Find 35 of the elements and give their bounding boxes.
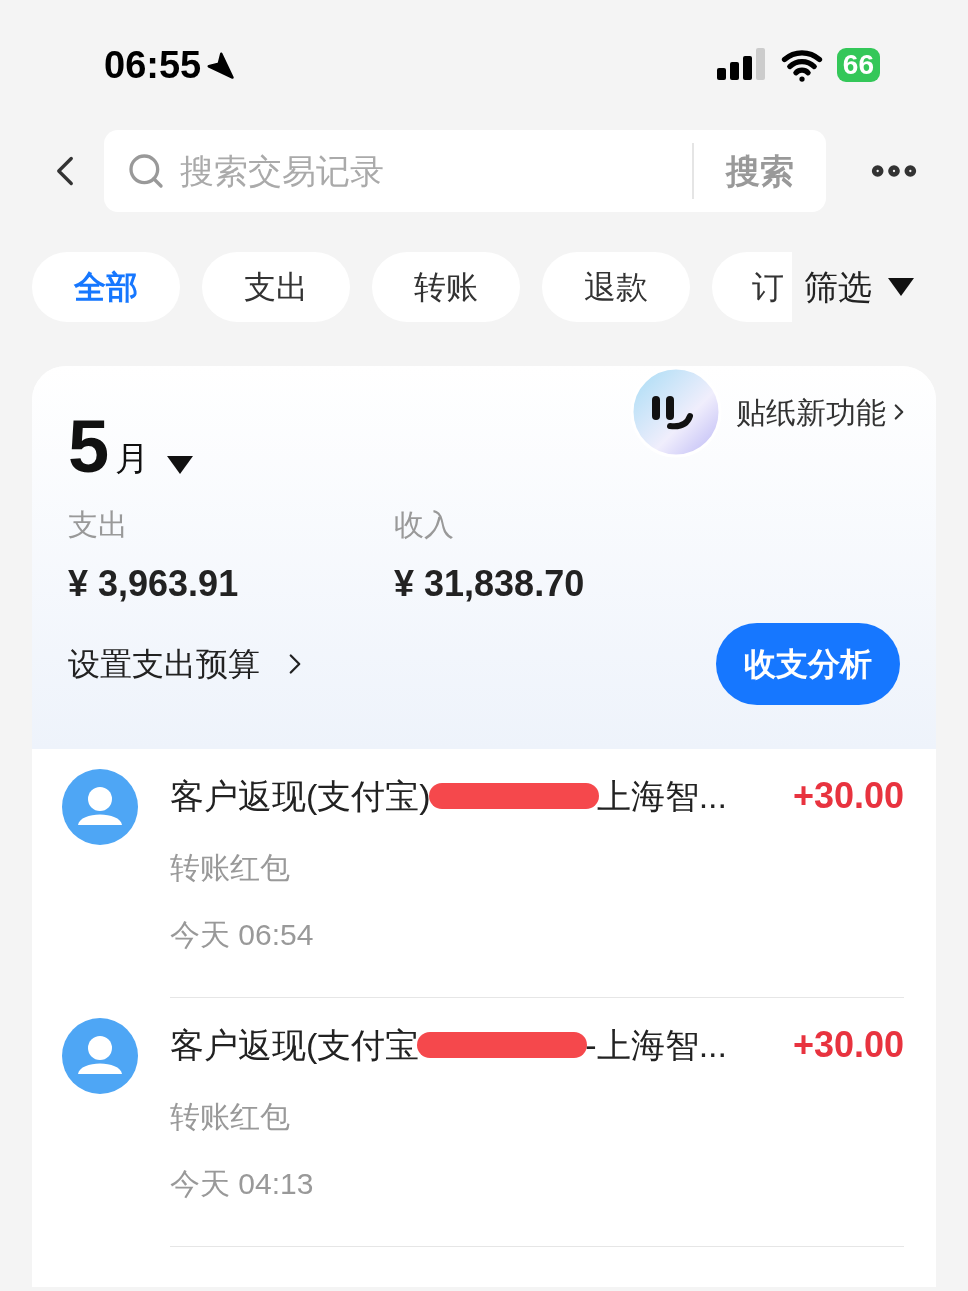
expense-amount: ¥ 3,963.91: [68, 562, 240, 606]
signal-icon: [716, 48, 767, 82]
transaction-title: 客户返现(支付宝): [170, 775, 431, 817]
transaction-title: 客户返现(支付宝: [170, 1024, 420, 1066]
battery-indicator: 66: [836, 48, 880, 82]
sticker-face-icon: [630, 366, 722, 458]
filter-dropdown[interactable]: 筛选: [804, 261, 914, 313]
transaction-time: 今天 06:54: [170, 917, 315, 953]
filter-chip[interactable]: 全部: [32, 252, 180, 322]
month-unit[interactable]: 月: [115, 433, 150, 484]
transaction-title: -上海智...: [585, 1024, 727, 1066]
transaction-amount: +30.00: [792, 774, 904, 818]
status-time: 06:55: [104, 42, 202, 88]
transaction-category: 转账红包: [170, 850, 291, 886]
analysis-button[interactable]: 收支分析: [716, 623, 900, 705]
sticker-promo-link[interactable]: 贴纸新功能: [736, 389, 912, 435]
budget-link[interactable]: 设置支出预算: [68, 640, 312, 688]
transaction-title: 上海智...: [596, 775, 727, 817]
filter-chip[interactable]: 退款: [542, 252, 690, 322]
transaction-time: 今天 04:13: [170, 1166, 315, 1202]
avatar-icon: [62, 1018, 138, 1094]
income-amount: ¥ 31,838.70: [394, 562, 585, 606]
search-icon: [126, 151, 166, 191]
transaction-category: 转账红包: [170, 1099, 291, 1135]
filter-chip[interactable]: 转账: [372, 252, 520, 322]
location-arrow-icon: [205, 50, 236, 80]
month-number[interactable]: 5: [68, 410, 110, 484]
transaction-amount: +30.00: [792, 1023, 904, 1067]
caret-icon: [888, 278, 914, 296]
filter-chip[interactable]: 订: [712, 252, 792, 322]
caret-icon[interactable]: [167, 456, 194, 474]
expense-label: 支出: [68, 507, 129, 543]
avatar-icon: [62, 769, 138, 845]
filter-chip[interactable]: 支出: [202, 252, 350, 322]
income-label: 收入: [394, 507, 455, 543]
